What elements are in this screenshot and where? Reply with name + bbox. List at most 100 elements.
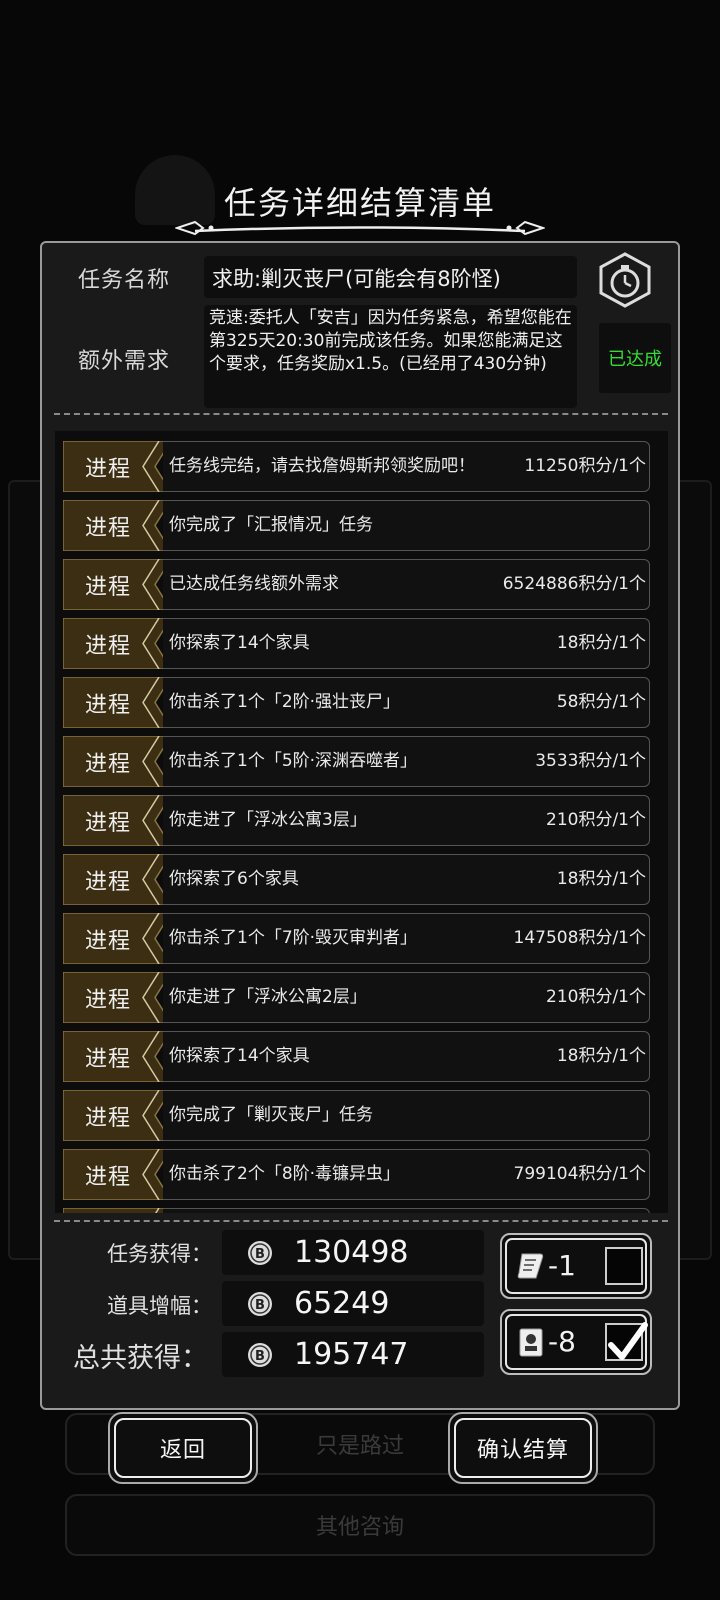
progress-description: 你走进了「浮冰公寓3层」 xyxy=(169,810,367,830)
item-boost-label: 道具增幅： xyxy=(107,1294,212,1318)
progress-tag-label: 进程 xyxy=(84,456,131,482)
stopwatch-icon xyxy=(599,252,651,308)
progress-tag-label: 进程 xyxy=(84,751,131,777)
progress-row: 进程 已达成任务线额外需求 6524886积分/1个 xyxy=(63,559,650,610)
progress-row-body xyxy=(163,1208,650,1213)
progress-row: 进程 你击杀了1个「5阶·深渊吞噬者」 3533积分/1个 xyxy=(63,736,650,787)
scroll-item-count: -1 xyxy=(548,1249,576,1282)
progress-description: 你击杀了2个「8阶·毒镰异虫」 xyxy=(169,1164,401,1184)
svg-text:B: B xyxy=(255,1349,265,1364)
progress-row-body: 你击杀了2个「8阶·毒镰异虫」 799104积分/1个 xyxy=(163,1149,650,1200)
back-button[interactable]: 返回 xyxy=(108,1412,258,1484)
task-name-label: 任务名称 xyxy=(78,268,171,293)
progress-row: 进程 你击杀了1个「2阶·强壮丧尸」 58积分/1个 xyxy=(63,677,650,728)
svg-text:B: B xyxy=(255,1298,265,1313)
progress-description: 你完成了「汇报情况」任务 xyxy=(169,515,373,535)
task-earned-label: 任务获得： xyxy=(107,1242,212,1266)
scroll-icon xyxy=(517,1253,544,1279)
progress-points: 3533积分/1个 xyxy=(535,751,646,771)
progress-row: 进程 你击杀了2个「8阶·毒镰异虫」 799104积分/1个 xyxy=(63,1149,650,1200)
item-boost-box: B 65249 xyxy=(222,1281,484,1326)
progress-row: 进程 你击杀了1个「7阶·毁灭审判者」 147508积分/1个 xyxy=(63,913,650,964)
progress-row: 进程 你走进了「浮冰公寓3层」 210积分/1个 xyxy=(63,795,650,846)
progress-points: 18积分/1个 xyxy=(556,869,646,889)
progress-row: 进程 你完成了「汇报情况」任务 xyxy=(63,500,650,551)
progress-row-body: 你击杀了1个「2阶·强壮丧尸」 58积分/1个 xyxy=(163,677,650,728)
extra-requirement-label: 额外需求 xyxy=(78,349,171,374)
progress-row: 进程 任务线完结，请去找詹姆斯邦领奖励吧！ 11250积分/1个 xyxy=(63,441,650,492)
total-earned-box: B 195747 xyxy=(222,1332,484,1377)
progress-points: 6524886积分/1个 xyxy=(502,574,646,594)
divider-top xyxy=(54,413,668,415)
progress-description: 你击杀了1个「2阶·强壮丧尸」 xyxy=(169,692,401,712)
progress-row: 进程 你探索了6个家具 18积分/1个 xyxy=(63,854,650,905)
progress-description: 已达成任务线额外需求 xyxy=(169,574,339,594)
progress-description: 你走进了「浮冰公寓2层」 xyxy=(169,987,367,1007)
progress-tag-label: 进程 xyxy=(84,1046,131,1072)
progress-tag-label: 进程 xyxy=(84,633,131,659)
task-earned-box: B 130498 xyxy=(222,1230,484,1275)
progress-row-body: 你探索了14个家具 18积分/1个 xyxy=(163,1031,650,1082)
progress-tag-badge xyxy=(63,1208,171,1213)
progress-tag-label: 进程 xyxy=(84,810,131,836)
progress-tag-label: 进程 xyxy=(84,1105,131,1131)
progress-row-partial xyxy=(63,1208,650,1213)
progress-description: 你完成了「剿灭丧尸」任务 xyxy=(169,1105,373,1125)
coin-icon: B xyxy=(248,1241,272,1265)
progress-tag-label: 进程 xyxy=(84,515,131,541)
card-item-toggle[interactable]: -8 xyxy=(500,1309,652,1375)
progress-tag-label: 进程 xyxy=(84,928,131,954)
progress-points: 18积分/1个 xyxy=(556,633,646,653)
task-earned-value: 130498 xyxy=(294,1235,409,1270)
scroll-item-toggle[interactable]: -1 xyxy=(500,1233,652,1299)
progress-row: 进程 你走进了「浮冰公寓2层」 210积分/1个 xyxy=(63,972,650,1023)
progress-points: 799104积分/1个 xyxy=(513,1164,646,1184)
progress-row-body: 任务线完结，请去找詹姆斯邦领奖励吧！ 11250积分/1个 xyxy=(163,441,650,492)
total-earned-value: 195747 xyxy=(294,1337,409,1372)
progress-tag-label: 进程 xyxy=(84,574,131,600)
progress-tag-label: 进程 xyxy=(84,692,131,718)
progress-row-body: 你击杀了1个「7阶·毁灭审判者」 147508积分/1个 xyxy=(163,913,650,964)
progress-row: 进程 你探索了14个家具 18积分/1个 xyxy=(63,618,650,669)
extra-requirement-text: 竞速:委托人「安吉」因为任务紧急，希望您能在第325天20:30前完成该任务。如… xyxy=(204,305,577,408)
progress-tag-label: 进程 xyxy=(84,987,131,1013)
card-item-count: -8 xyxy=(548,1325,576,1358)
settlement-panel: 任务名称 求助:剿灭丧尸(可能会有8阶怪) 额外需求 竞速:委托人「安吉」因为任… xyxy=(40,241,680,1410)
progress-description: 你击杀了1个「7阶·毁灭审判者」 xyxy=(169,928,418,948)
checkmark-icon xyxy=(608,1322,648,1360)
progress-points: 18积分/1个 xyxy=(556,1046,646,1066)
card-icon xyxy=(519,1328,543,1357)
background-other-button: 其他咨询 xyxy=(65,1494,655,1556)
svg-text:B: B xyxy=(255,1247,265,1262)
progress-row-body: 你击杀了1个「5阶·深渊吞噬者」 3533积分/1个 xyxy=(163,736,650,787)
progress-row: 进程 你探索了14个家具 18积分/1个 xyxy=(63,1031,650,1082)
progress-points: 11250积分/1个 xyxy=(524,456,646,476)
coin-icon: B xyxy=(248,1343,272,1367)
progress-list[interactable]: 进程 任务线完结，请去找詹姆斯邦领奖励吧！ 11250积分/1个 进程 你完成了「汇报情… xyxy=(55,431,668,1213)
progress-row-body: 你探索了6个家具 18积分/1个 xyxy=(163,854,650,905)
progress-row-body: 你完成了「剿灭丧尸」任务 xyxy=(163,1090,650,1141)
title-ornament xyxy=(175,220,545,236)
progress-description: 任务线完结，请去找詹姆斯邦领奖励吧！ xyxy=(169,456,475,476)
progress-points: 147508积分/1个 xyxy=(513,928,646,948)
progress-row-body: 已达成任务线额外需求 6524886积分/1个 xyxy=(163,559,650,610)
card-item-checkbox[interactable] xyxy=(605,1322,648,1361)
confirm-settlement-button[interactable]: 确认结算 xyxy=(448,1412,598,1484)
task-name-value: 求助:剿灭丧尸(可能会有8阶怪) xyxy=(204,256,577,298)
progress-points: 210积分/1个 xyxy=(546,987,646,1007)
progress-points: 58积分/1个 xyxy=(556,692,646,712)
progress-description: 你探索了14个家具 xyxy=(169,1046,310,1066)
divider-bottom xyxy=(54,1220,668,1222)
progress-points: 210积分/1个 xyxy=(546,810,646,830)
progress-row: 进程 你完成了「剿灭丧尸」任务 xyxy=(63,1090,650,1141)
progress-description: 你探索了6个家具 xyxy=(169,869,299,889)
progress-row-body: 你完成了「汇报情况」任务 xyxy=(163,500,650,551)
coin-icon: B xyxy=(248,1292,272,1316)
progress-row-body: 你走进了「浮冰公寓2层」 210积分/1个 xyxy=(163,972,650,1023)
progress-description: 你击杀了1个「5阶·深渊吞噬者」 xyxy=(169,751,418,771)
progress-row-body: 你走进了「浮冰公寓3层」 210积分/1个 xyxy=(163,795,650,846)
scroll-item-checkbox[interactable] xyxy=(605,1247,643,1285)
achieved-status: 已达成 xyxy=(599,323,671,393)
total-earned-label: 总共获得： xyxy=(73,1343,208,1374)
item-boost-value: 65249 xyxy=(294,1286,390,1321)
